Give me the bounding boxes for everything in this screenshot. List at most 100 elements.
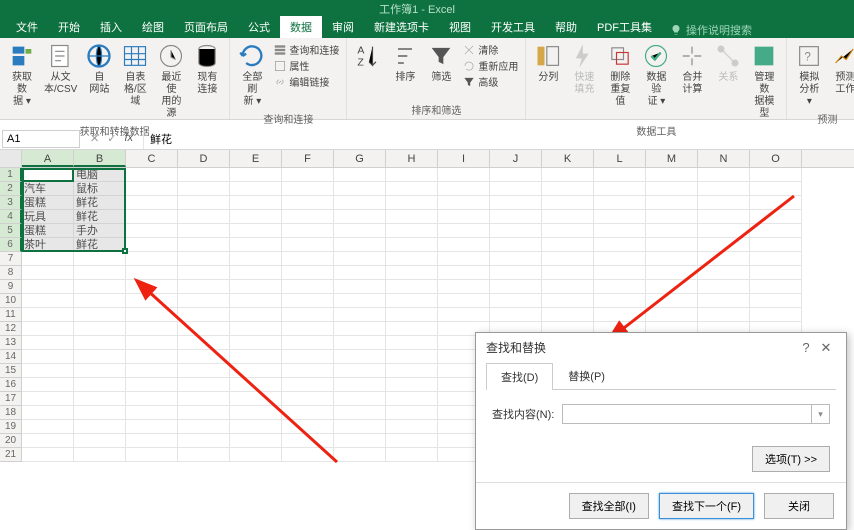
cell-O8[interactable] (750, 266, 802, 280)
get-data-button[interactable]: 获取数 据 ▾ (4, 40, 40, 110)
cell-F11[interactable] (282, 308, 334, 322)
cell-D18[interactable] (178, 406, 230, 420)
cell-I9[interactable] (438, 280, 490, 294)
cell-H15[interactable] (386, 364, 438, 378)
cell-C16[interactable] (126, 378, 178, 392)
tab-view[interactable]: 视图 (439, 16, 481, 38)
cell-H4[interactable] (386, 210, 438, 224)
cell-F6[interactable] (282, 238, 334, 252)
cell-H16[interactable] (386, 378, 438, 392)
cell-K6[interactable] (542, 238, 594, 252)
cell-G15[interactable] (334, 364, 386, 378)
name-box[interactable] (2, 130, 80, 148)
cell-B21[interactable] (74, 448, 126, 462)
help-icon[interactable]: ? (796, 340, 816, 355)
cell-J2[interactable] (490, 182, 542, 196)
tab-newtab[interactable]: 新建选项卡 (364, 16, 439, 38)
tab-find[interactable]: 查找(D) (486, 363, 553, 390)
cell-H1[interactable] (386, 168, 438, 182)
cell-F19[interactable] (282, 420, 334, 434)
cell-O2[interactable] (750, 182, 802, 196)
col-header-L[interactable]: L (594, 150, 646, 167)
cell-E14[interactable] (230, 350, 282, 364)
cell-J7[interactable] (490, 252, 542, 266)
cell-O6[interactable] (750, 238, 802, 252)
cell-N10[interactable] (698, 294, 750, 308)
cell-F4[interactable] (282, 210, 334, 224)
cell-F20[interactable] (282, 434, 334, 448)
col-header-A[interactable]: A (22, 150, 74, 167)
cell-B10[interactable] (74, 294, 126, 308)
col-header-I[interactable]: I (438, 150, 490, 167)
cell-E11[interactable] (230, 308, 282, 322)
row-header-5[interactable]: 5 (0, 224, 22, 238)
cell-I1[interactable] (438, 168, 490, 182)
cell-I10[interactable] (438, 294, 490, 308)
cell-D8[interactable] (178, 266, 230, 280)
cell-O3[interactable] (750, 196, 802, 210)
cell-K11[interactable] (542, 308, 594, 322)
col-header-O[interactable]: O (750, 150, 802, 167)
cell-C20[interactable] (126, 434, 178, 448)
cell-E20[interactable] (230, 434, 282, 448)
cell-D15[interactable] (178, 364, 230, 378)
cell-E17[interactable] (230, 392, 282, 406)
cell-O10[interactable] (750, 294, 802, 308)
col-header-H[interactable]: H (386, 150, 438, 167)
cell-I4[interactable] (438, 210, 490, 224)
cell-H2[interactable] (386, 182, 438, 196)
properties-button[interactable]: 属性 (273, 58, 339, 73)
cell-G8[interactable] (334, 266, 386, 280)
cell-G7[interactable] (334, 252, 386, 266)
cell-D19[interactable] (178, 420, 230, 434)
cell-B18[interactable] (74, 406, 126, 420)
cell-N11[interactable] (698, 308, 750, 322)
cell-G18[interactable] (334, 406, 386, 420)
col-header-J[interactable]: J (490, 150, 542, 167)
cell-G3[interactable] (334, 196, 386, 210)
col-header-D[interactable]: D (178, 150, 230, 167)
cell-H11[interactable] (386, 308, 438, 322)
cell-F5[interactable] (282, 224, 334, 238)
cell-H19[interactable] (386, 420, 438, 434)
consolidate-button[interactable]: 合并计算 (674, 40, 710, 98)
col-header-B[interactable]: B (74, 150, 126, 167)
cell-F13[interactable] (282, 336, 334, 350)
cell-I2[interactable] (438, 182, 490, 196)
tab-help[interactable]: 帮助 (545, 16, 587, 38)
cell-F9[interactable] (282, 280, 334, 294)
cell-C14[interactable] (126, 350, 178, 364)
cell-G5[interactable] (334, 224, 386, 238)
row-header-12[interactable]: 12 (0, 322, 22, 336)
cell-E21[interactable] (230, 448, 282, 462)
cell-D2[interactable] (178, 182, 230, 196)
cell-F14[interactable] (282, 350, 334, 364)
cell-G2[interactable] (334, 182, 386, 196)
cell-F3[interactable] (282, 196, 334, 210)
cell-O7[interactable] (750, 252, 802, 266)
relationships-button[interactable]: 关系 (710, 40, 746, 86)
cell-A12[interactable] (22, 322, 74, 336)
cell-I3[interactable] (438, 196, 490, 210)
cell-H20[interactable] (386, 434, 438, 448)
cell-D13[interactable] (178, 336, 230, 350)
cell-E16[interactable] (230, 378, 282, 392)
cell-I6[interactable] (438, 238, 490, 252)
cell-A6[interactable]: 茶叶 (22, 238, 74, 252)
cell-K1[interactable] (542, 168, 594, 182)
row-header-14[interactable]: 14 (0, 350, 22, 364)
data-model-button[interactable]: 管理数 据模型 (746, 40, 782, 122)
remove-duplicates-button[interactable]: 删除 重复值 (602, 40, 638, 110)
cell-I5[interactable] (438, 224, 490, 238)
cell-H21[interactable] (386, 448, 438, 462)
tab-review[interactable]: 审阅 (322, 16, 364, 38)
cell-L8[interactable] (594, 266, 646, 280)
cell-C19[interactable] (126, 420, 178, 434)
cell-G10[interactable] (334, 294, 386, 308)
data-validation-button[interactable]: 数据验 证 ▾ (638, 40, 674, 110)
whatif-button[interactable]: ?模拟分析 ▾ (791, 40, 827, 110)
cell-F8[interactable] (282, 266, 334, 280)
cell-G11[interactable] (334, 308, 386, 322)
cell-B12[interactable] (74, 322, 126, 336)
cell-B17[interactable] (74, 392, 126, 406)
